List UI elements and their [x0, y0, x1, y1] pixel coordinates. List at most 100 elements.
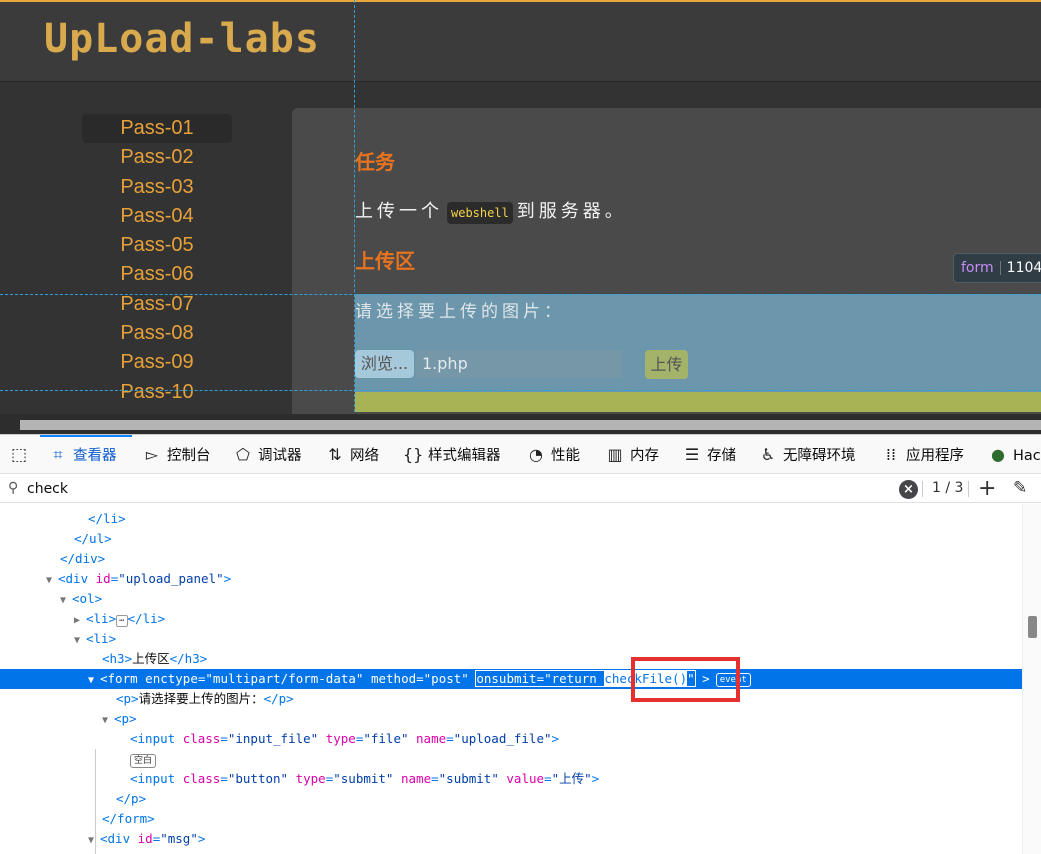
tree-row[interactable]: ▼ <div id="upload_panel"> [0, 569, 1022, 589]
tab-console[interactable]: ▻ 控制台 [142, 435, 211, 473]
expand-arrow-icon[interactable]: ▼ [60, 591, 72, 611]
style-editor-icon: {} [403, 445, 424, 464]
tab-debugger[interactable]: ⬠ 调试器 [233, 435, 302, 473]
tree-row[interactable]: ▼ <li> [0, 629, 1022, 649]
expand-arrow-icon[interactable]: ▼ [88, 671, 100, 691]
attr-name: id [95, 571, 111, 586]
clear-search-icon[interactable]: × [899, 480, 918, 499]
selected-file-name[interactable]: 1.php [416, 350, 622, 378]
upload-heading: 上传区 [355, 249, 415, 273]
devtools-toolbar: ⬚ ⌗ 查看器 ▻ 控制台 ⬠ 调试器 ⇅ 网络 {} 样式编辑器 ◔ 性能 ▥ 内存 ☰ 存储… [0, 435, 1041, 474]
tree-row[interactable]: 空白 [0, 749, 1022, 769]
tag-text: <input [130, 771, 176, 786]
scrollbar-thumb[interactable] [20, 420, 1041, 430]
tag-text: <div [58, 571, 89, 586]
pass-sidebar: Pass-01 Pass-02 Pass-03 Pass-04 Pass-05 … [82, 114, 232, 407]
expand-arrow-icon[interactable]: ▼ [46, 571, 58, 591]
tree-row[interactable]: <input class="input_file" type="file" na… [0, 729, 1022, 749]
sidebar-item-pass-06[interactable]: Pass-06 [82, 260, 232, 289]
devtools-panel: ⬚ ⌗ 查看器 ▻ 控制台 ⬠ 调试器 ⇅ 网络 {} 样式编辑器 ◔ 性能 ▥ 内存 ☰ 存储… [0, 434, 1041, 854]
attr-value: "file" [363, 731, 409, 746]
expand-arrow-icon[interactable]: ▼ [74, 631, 86, 651]
ellipsis-icon[interactable]: ⋯ [116, 615, 128, 627]
tab-style-editor-label: 样式编辑器 [428, 448, 501, 464]
tag-text: <input [130, 731, 176, 746]
sidebar-item-pass-03[interactable]: Pass-03 [82, 173, 232, 202]
tag-text: </h3> [169, 651, 208, 666]
tag-text: <h3> [102, 651, 133, 666]
tab-storage[interactable]: ☰ 存储 [682, 435, 736, 473]
sidebar-item-pass-10[interactable]: Pass-10 [82, 378, 232, 407]
tree-row[interactable]: ▼ <p> [0, 709, 1022, 729]
text-node: 上传区 [132, 651, 170, 666]
tag-text: </li> [127, 611, 166, 626]
html-search-bar: ⚲ × 1 / 3 + ✎ [0, 475, 1041, 503]
tree-row[interactable]: ▼ <ol> [0, 589, 1022, 609]
tag-end: > [197, 831, 206, 846]
page-horizontal-scrollbar[interactable] [0, 414, 1041, 434]
tab-inspector[interactable]: ⌗ 查看器 [48, 435, 117, 473]
tab-performance[interactable]: ◔ 性能 [526, 435, 580, 473]
inspector-icon: ⌗ [53, 445, 63, 464]
tree-row[interactable]: </p> [0, 789, 1022, 809]
browse-button[interactable]: 浏览... [355, 350, 414, 378]
tab-memory-label: 内存 [630, 448, 659, 464]
whitespace-badge: 空白 [130, 754, 157, 768]
tree-row[interactable]: ▶ <li> ⋯ </li> [0, 609, 1022, 629]
expand-arrow-icon[interactable]: ▼ [102, 711, 114, 731]
attr-value: "upload_file" [453, 731, 552, 746]
tag-text: </p> [116, 791, 147, 806]
sidebar-item-pass-05[interactable]: Pass-05 [82, 231, 232, 260]
attr-name: type [325, 731, 356, 746]
tab-hackbar-label: Hac [1013, 448, 1041, 464]
tree-row[interactable]: </div> [0, 549, 1022, 569]
attr-name: type [295, 771, 326, 786]
tag-text: </p> [263, 691, 294, 706]
tab-inspector-label: 查看器 [73, 448, 117, 464]
sidebar-item-pass-02[interactable]: Pass-02 [82, 143, 232, 172]
sidebar-item-pass-04[interactable]: Pass-04 [82, 202, 232, 231]
divider [922, 481, 923, 497]
markup-tree: </li> </ul> </div> ▼ <div id="upload_pane… [0, 504, 1022, 854]
tree-row[interactable]: </ul> [0, 529, 1022, 549]
upload-submit-button[interactable]: 上传 [645, 350, 688, 379]
tree-row[interactable]: <p>请选择要上传的图片：</p> [0, 689, 1022, 709]
sidebar-item-pass-01[interactable]: Pass-01 [82, 114, 232, 144]
tab-memory[interactable]: ▥ 内存 [605, 435, 659, 473]
debugger-icon: ⬠ [236, 445, 250, 464]
tree-row-selected-form[interactable]: ▼ <form enctype="multipart/form-data" met… [0, 669, 1022, 689]
accessibility-icon: ♿ [760, 445, 776, 464]
tree-row[interactable]: <input class="button" type="submit" name… [0, 769, 1022, 789]
tree-row[interactable]: </form> [0, 809, 1022, 829]
sidebar-item-pass-08[interactable]: Pass-08 [82, 319, 232, 348]
tag-end: > [551, 731, 560, 746]
attr-name: class [182, 731, 221, 746]
tag-text: <li> [86, 611, 117, 626]
tab-debugger-label: 调试器 [258, 448, 302, 464]
tag-text: <li> [86, 631, 117, 646]
tag-text: <p> [116, 691, 139, 706]
tree-row[interactable]: <h3>上传区</h3> [0, 649, 1022, 669]
annotation-highlight-box [631, 657, 740, 702]
tab-style-editor[interactable]: {} 样式编辑器 [403, 435, 501, 473]
expand-arrow-icon[interactable]: ▼ [88, 831, 100, 851]
scrollbar-thumb[interactable] [1028, 616, 1037, 638]
add-node-icon[interactable]: + [978, 476, 996, 501]
tab-network[interactable]: ⇅ 网络 [325, 435, 379, 473]
eyedropper-icon[interactable]: ✎ [1013, 478, 1027, 498]
collapse-arrow-icon[interactable]: ▶ [74, 611, 86, 631]
tab-accessibility[interactable]: ♿ 无障碍环境 [758, 435, 856, 473]
sidebar-item-pass-09[interactable]: Pass-09 [82, 348, 232, 377]
tab-application[interactable]: ⁞⁞ 应用程序 [881, 435, 964, 473]
markup-vertical-scrollbar[interactable] [1022, 504, 1041, 854]
html-search-input[interactable] [27, 475, 877, 502]
application-grid-icon: ⁞⁞ [885, 445, 897, 464]
tree-row[interactable]: ▼ <div id="msg"> [0, 829, 1022, 849]
element-picker-icon[interactable]: ⬚ [8, 444, 30, 466]
tree-row[interactable]: </li> [0, 509, 1022, 529]
attr-value: "multipart/form-data" [205, 671, 364, 686]
guide-line-vertical [354, 0, 355, 412]
performance-icon: ◔ [529, 445, 543, 464]
tab-hackbar[interactable]: ● Hac [988, 435, 1041, 473]
tooltip-separator [999, 261, 1001, 275]
